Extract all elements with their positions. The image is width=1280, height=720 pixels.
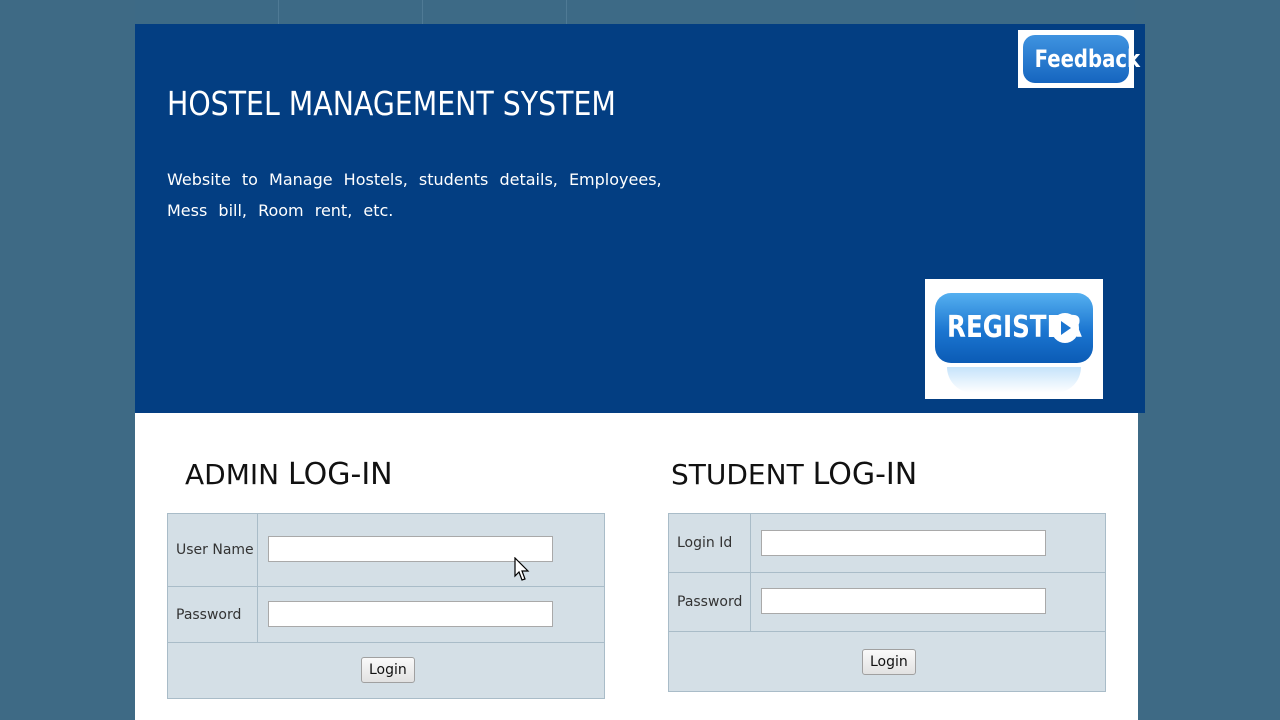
- admin-login-heading: ADMIN LOG-IN: [185, 457, 393, 492]
- admin-username-row: User Name: [168, 514, 604, 587]
- student-password-row: Password: [669, 573, 1105, 632]
- register-button-frame: REGISTER: [925, 279, 1103, 399]
- student-password-label: Password: [669, 573, 751, 631]
- feedback-button-label: Feedback: [1034, 45, 1141, 73]
- site-description: Website to Manage Hostels, students deta…: [167, 170, 662, 220]
- admin-password-input[interactable]: [268, 601, 553, 627]
- student-loginid-input[interactable]: [761, 530, 1046, 556]
- student-login-button[interactable]: Login: [862, 649, 916, 675]
- admin-password-label: Password: [168, 587, 258, 642]
- feedback-button[interactable]: Feedback: [1023, 35, 1140, 83]
- top-navigation-bar: [135, 0, 1135, 24]
- student-heading-word: STUDENT: [671, 458, 804, 491]
- student-password-input[interactable]: [761, 588, 1046, 614]
- admin-login-form: User Name Password Login: [167, 513, 605, 699]
- admin-username-label: User Name: [168, 514, 258, 586]
- student-login-heading: STUDENT LOG-IN: [671, 457, 917, 492]
- register-button[interactable]: REGISTER: [935, 293, 1093, 363]
- admin-password-row: Password: [168, 587, 604, 643]
- student-login-form: Login Id Password Login: [668, 513, 1106, 692]
- login-section: ADMIN LOG-IN User Name Password Login ST…: [135, 413, 1138, 720]
- admin-heading-word: ADMIN: [185, 458, 280, 491]
- admin-username-input[interactable]: [268, 536, 553, 562]
- nav-tab-1[interactable]: [135, 0, 279, 24]
- admin-heading-login: LOG-IN: [287, 457, 393, 492]
- register-reflection: [947, 367, 1081, 393]
- page-container: HOSTEL MANAGEMENT SYSTEM Website to Mana…: [135, 0, 1145, 720]
- admin-button-row: Login: [168, 643, 604, 698]
- nav-tab-2[interactable]: [279, 0, 423, 24]
- page-title: HOSTEL MANAGEMENT SYSTEM: [167, 84, 616, 123]
- student-heading-login: LOG-IN: [812, 457, 918, 492]
- student-button-row: Login: [669, 633, 1105, 691]
- student-loginid-row: Login Id: [669, 514, 1105, 573]
- student-loginid-label: Login Id: [669, 514, 751, 572]
- header-banner: HOSTEL MANAGEMENT SYSTEM Website to Mana…: [135, 24, 1145, 413]
- play-circle-icon: [1051, 313, 1079, 343]
- nav-tab-3[interactable]: [423, 0, 567, 24]
- feedback-button-frame: Feedback: [1018, 30, 1140, 88]
- admin-login-button[interactable]: Login: [361, 657, 415, 683]
